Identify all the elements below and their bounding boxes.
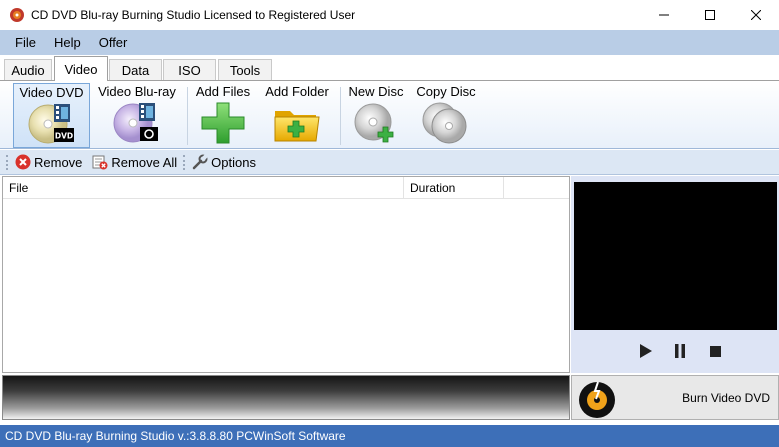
close-button[interactable] xyxy=(733,0,779,30)
video-preview-panel xyxy=(571,176,779,373)
menu-bar: File Help Offer xyxy=(0,30,779,55)
list-toolbar: Remove Remove All Options xyxy=(0,150,779,175)
toolbar-separator xyxy=(183,154,186,170)
maximize-icon xyxy=(705,10,715,20)
app-window: CD DVD Blu-ray Burning Studio Licensed t… xyxy=(0,0,779,447)
add-files-label: Add Files xyxy=(195,84,251,99)
remove-all-button[interactable]: Remove All xyxy=(92,154,177,170)
remove-button[interactable]: Remove xyxy=(15,154,82,170)
ribbon: Video DVD DVD Video Blu-ray Add Files Ad… xyxy=(0,80,779,149)
maximize-button[interactable] xyxy=(687,0,733,30)
minimize-button[interactable] xyxy=(641,0,687,30)
video-dvd-icon: DVD xyxy=(28,104,74,144)
copy-disc-label: Copy Disc xyxy=(416,84,476,99)
burn-label: Burn Video DVD xyxy=(682,391,770,405)
red-x-circle-icon xyxy=(15,154,31,170)
remove-label: Remove xyxy=(34,154,83,170)
tab-strip: Audio Video Data ISO Tools xyxy=(0,55,779,81)
pause-button[interactable] xyxy=(671,342,689,360)
folder-add-icon xyxy=(274,111,320,142)
new-disc-label: New Disc xyxy=(348,84,404,99)
status-text: CD DVD Blu-ray Burning Studio v.:3.8.8.8… xyxy=(5,429,346,443)
burn-disc-icon xyxy=(579,381,615,418)
menu-help[interactable]: Help xyxy=(45,35,90,50)
app-icon xyxy=(10,8,24,22)
tab-video[interactable]: Video xyxy=(54,56,108,81)
new-disc-icon xyxy=(354,103,394,143)
copy-disc-icon xyxy=(422,102,467,144)
green-plus-icon xyxy=(201,102,245,144)
window-title: CD DVD Blu-ray Burning Studio Licensed t… xyxy=(31,8,356,22)
new-disc-button[interactable]: New Disc xyxy=(344,83,408,148)
dvd-badge: DVD xyxy=(54,132,72,141)
tab-audio[interactable]: Audio xyxy=(4,59,52,80)
pause-icon xyxy=(675,344,685,358)
play-button[interactable] xyxy=(637,342,655,360)
ribbon-separator xyxy=(187,87,188,145)
menu-file[interactable]: File xyxy=(6,35,45,50)
remove-all-label: Remove All xyxy=(111,154,178,170)
remove-all-icon xyxy=(92,155,108,170)
video-dvd-label: Video DVD xyxy=(19,85,84,100)
close-icon xyxy=(751,10,761,20)
file-list[interactable]: File Duration xyxy=(2,176,570,373)
ribbon-separator-2 xyxy=(340,87,341,145)
minimize-icon xyxy=(659,14,669,16)
copy-disc-button[interactable]: Copy Disc xyxy=(412,83,480,148)
play-icon xyxy=(640,344,652,358)
menu-offer[interactable]: Offer xyxy=(90,35,137,50)
add-files-button[interactable]: Add Files xyxy=(192,83,254,148)
toolbar-grip[interactable] xyxy=(6,154,9,170)
tab-iso[interactable]: ISO xyxy=(163,59,216,80)
tab-tools[interactable]: Tools xyxy=(218,59,272,80)
burn-button[interactable]: Burn Video DVD xyxy=(571,375,779,420)
video-bluray-icon xyxy=(113,103,158,143)
window-controls xyxy=(641,0,779,30)
add-folder-label: Add Folder xyxy=(265,84,329,99)
disc-capacity-bar xyxy=(2,375,570,420)
title-bar: CD DVD Blu-ray Burning Studio Licensed t… xyxy=(0,0,779,30)
video-bluray-label: Video Blu-ray xyxy=(98,84,176,99)
tab-data[interactable]: Data xyxy=(109,59,162,80)
column-header-file[interactable]: File xyxy=(3,177,404,199)
stop-button[interactable] xyxy=(706,342,724,360)
video-preview-screen xyxy=(574,182,777,330)
video-bluray-button[interactable]: Video Blu-ray xyxy=(93,83,181,148)
options-button[interactable]: Options xyxy=(192,154,256,170)
add-folder-button[interactable]: Add Folder xyxy=(259,83,335,148)
file-list-header: File Duration xyxy=(3,177,569,199)
column-header-duration[interactable]: Duration xyxy=(404,177,504,199)
wrench-icon xyxy=(192,154,209,170)
status-bar: CD DVD Blu-ray Burning Studio v.:3.8.8.8… xyxy=(0,425,779,447)
video-dvd-button[interactable]: Video DVD DVD xyxy=(13,83,90,148)
options-label: Options xyxy=(211,154,256,170)
stop-icon xyxy=(709,345,721,357)
